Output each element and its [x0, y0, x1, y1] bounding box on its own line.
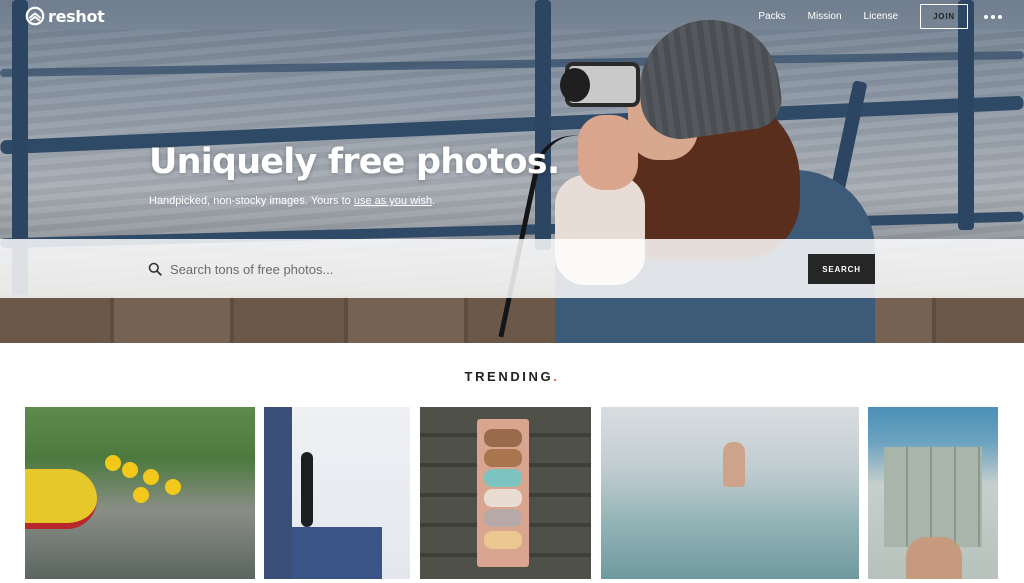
- more-menu-icon[interactable]: [984, 14, 1002, 19]
- hero-headline: Uniquely free photos.: [149, 142, 560, 182]
- macaron: [484, 429, 522, 447]
- nav-packs-link[interactable]: Packs: [758, 11, 785, 22]
- search-input[interactable]: [170, 257, 790, 281]
- trending-photo-pool[interactable]: [868, 407, 998, 579]
- top-nav: Packs Mission License JOIN: [736, 4, 1002, 29]
- trending-photo-macarons[interactable]: [420, 407, 591, 579]
- cactus: [301, 452, 313, 527]
- macaron: [484, 489, 522, 507]
- wall-ledge: [292, 527, 382, 579]
- join-button[interactable]: JOIN: [920, 4, 968, 29]
- nav-mission-link[interactable]: Mission: [808, 11, 842, 22]
- hero-subline: Handpicked, non-stocky images. Yours to …: [149, 195, 435, 207]
- camera-lens: [560, 68, 590, 102]
- brand-logo[interactable]: reshot: [25, 6, 105, 26]
- helmet: [165, 479, 181, 495]
- more-dot: [984, 14, 988, 19]
- macaron: [484, 469, 522, 487]
- hero-subline-end: .: [432, 195, 436, 207]
- macaron: [484, 449, 522, 467]
- hero-subline-text: Handpicked, non-stocky images. Yours to: [149, 195, 354, 207]
- trending-dot: .: [553, 369, 560, 384]
- nav-license-link[interactable]: License: [864, 11, 898, 22]
- trending-photo-rafting[interactable]: [25, 407, 255, 579]
- trending-heading: TRENDING.: [0, 369, 1024, 384]
- trending-photo-cactus[interactable]: [264, 407, 410, 579]
- helmet: [133, 487, 149, 503]
- pool-tiles: [884, 447, 982, 547]
- helmet: [105, 455, 121, 471]
- trending-label: TRENDING: [464, 369, 554, 384]
- search-button[interactable]: SEARCH: [808, 254, 875, 284]
- raft: [25, 469, 97, 529]
- feet: [906, 537, 962, 579]
- helmet: [122, 462, 138, 478]
- more-dot: [991, 14, 995, 19]
- helmet: [143, 469, 159, 485]
- search-icon: [148, 262, 162, 276]
- macaron: [484, 531, 522, 549]
- swimmer: [723, 442, 745, 487]
- use-as-you-wish-link[interactable]: use as you wish: [354, 195, 432, 207]
- macaron: [484, 509, 522, 527]
- reshot-logo-icon: [25, 6, 45, 26]
- trending-photo-swimmer[interactable]: [601, 407, 859, 579]
- photographer-hands: [578, 115, 638, 190]
- rail-post: [958, 0, 974, 230]
- brand-name: reshot: [48, 6, 105, 26]
- wall-shadow: [264, 407, 292, 579]
- more-dot: [998, 14, 1002, 19]
